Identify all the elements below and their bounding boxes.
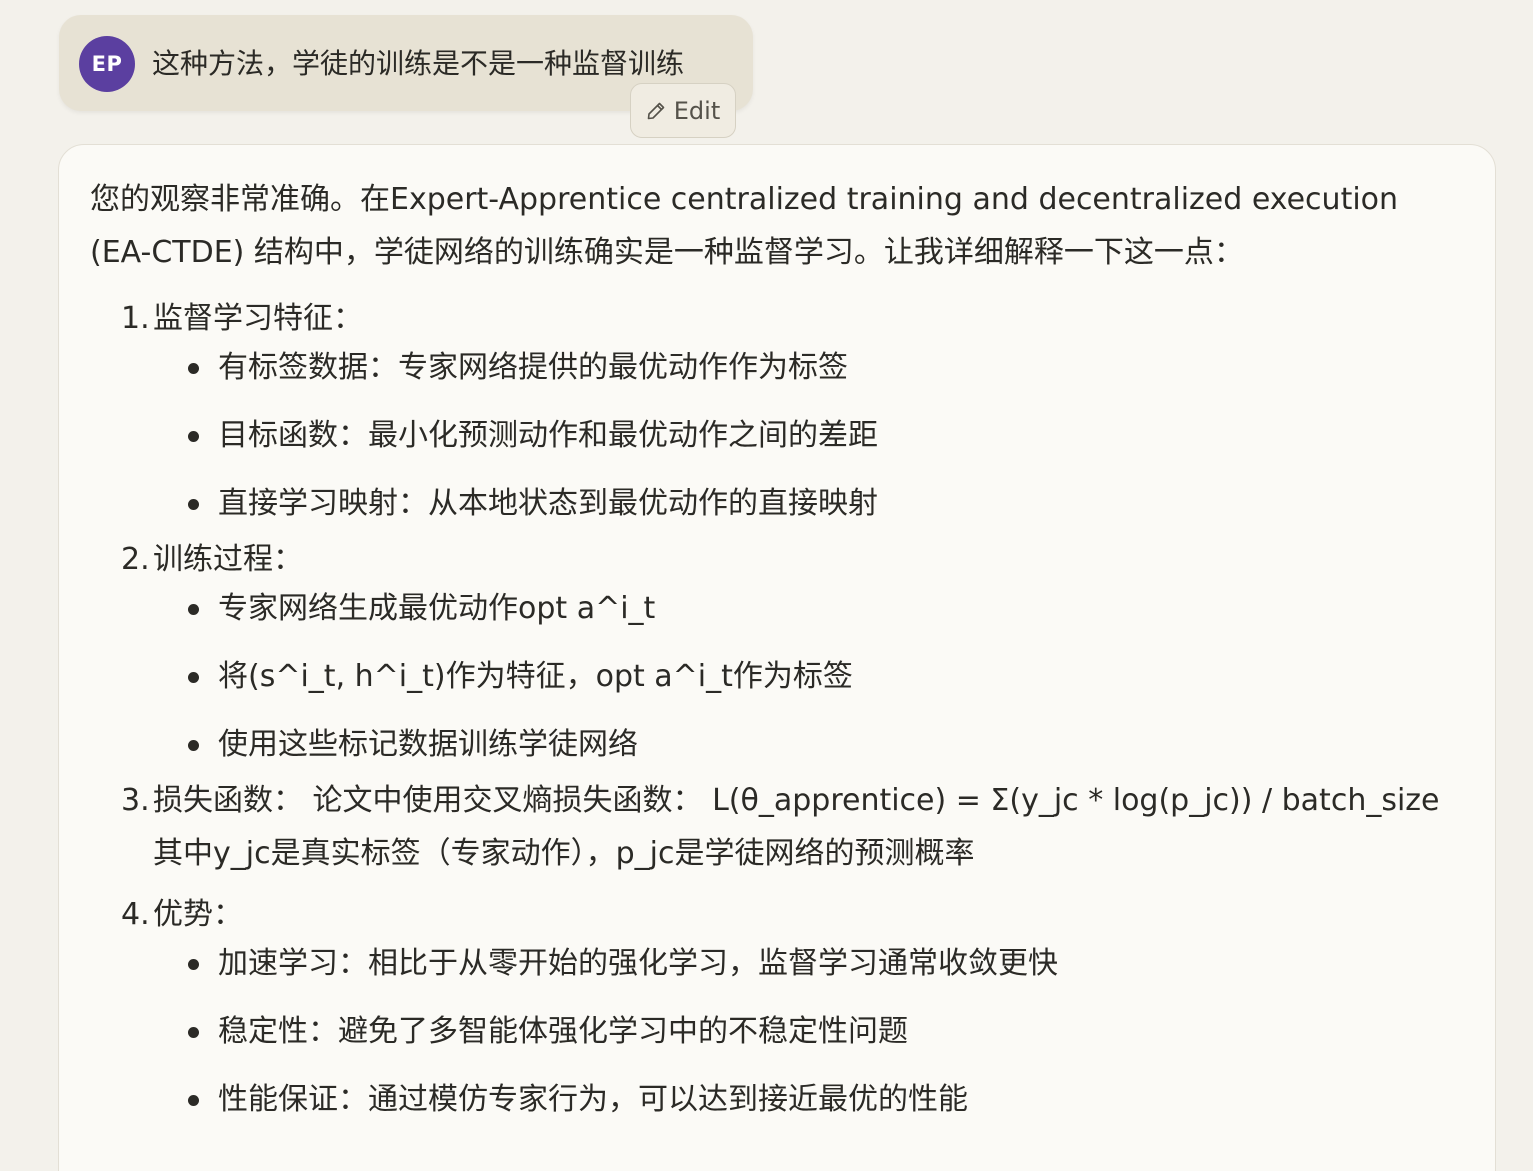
bullet-dot (188, 959, 199, 970)
section-title: 监督学习特征： (153, 301, 363, 336)
bullet-text: 目标函数：最小化预测动作和最优动作之间的差距 (218, 418, 878, 453)
list-item: 目标函数：最小化预测动作和最优动作之间的差距 (153, 413, 1460, 459)
list-item: 专家网络生成最优动作opt a^i_t (153, 586, 1460, 632)
bullet-text: 使用这些标记数据训练学徒网络 (218, 727, 638, 762)
bullet-list: 专家网络生成最优动作opt a^i_t 将(s^i_t, h^i_t)作为特征，… (153, 586, 1460, 768)
bullet-text: 将(s^i_t, h^i_t)作为特征，opt a^i_t作为标签 (218, 659, 853, 694)
bullet-text: 直接学习映射：从本地状态到最优动作的直接映射 (218, 486, 878, 521)
section-item: 2. 训练过程： 专家网络生成最优动作opt a^i_t 将(s^i_t, h^… (90, 533, 1460, 768)
bullet-list: 加速学习：相比于从零开始的强化学习，监督学习通常收敛更快 稳定性：避免了多智能体… (153, 941, 1460, 1123)
section-number: 3. (121, 783, 150, 818)
list-item: 加速学习：相比于从零开始的强化学习，监督学习通常收敛更快 (153, 941, 1460, 987)
edit-button[interactable]: Edit (630, 83, 736, 138)
section-item: 1. 监督学习特征： 有标签数据：专家网络提供的最优动作作为标签 目标函数：最小… (90, 292, 1460, 527)
list-item: 性能保证：通过模仿专家行为，可以达到接近最优的性能 (153, 1077, 1460, 1123)
section-title: 训练过程： (153, 542, 303, 577)
chat-page: EP 这种方法，学徒的训练是不是一种监督训练 Edit 您的观察非常准确。在Ex… (0, 0, 1533, 1171)
bullet-text: 加速学习：相比于从零开始的强化学习，监督学习通常收敛更快 (218, 946, 1058, 981)
section-item: 3. 损失函数： 论文中使用交叉熵损失函数： L(θ_apprentice) =… (90, 774, 1460, 880)
list-item: 有标签数据：专家网络提供的最优动作作为标签 (153, 345, 1460, 391)
edit-label: Edit (673, 96, 721, 125)
section-title: 优势： (153, 897, 243, 932)
assistant-message-content: 您的观察非常准确。在Expert-Apprentice centralized … (90, 173, 1460, 1129)
section-text: 损失函数： 论文中使用交叉熵损失函数： L(θ_apprentice) = Σ(… (153, 783, 1440, 871)
bullet-dot (188, 1095, 199, 1106)
section-number: 1. (121, 301, 150, 336)
avatar[interactable]: EP (79, 36, 135, 92)
section-list: 1. 监督学习特征： 有标签数据：专家网络提供的最优动作作为标签 目标函数：最小… (90, 292, 1460, 1123)
bullet-list: 有标签数据：专家网络提供的最优动作作为标签 目标函数：最小化预测动作和最优动作之… (153, 345, 1460, 527)
list-item: 直接学习映射：从本地状态到最优动作的直接映射 (153, 481, 1460, 527)
user-message-text: 这种方法，学徒的训练是不是一种监督训练 (152, 47, 685, 80)
bullet-dot (188, 431, 199, 442)
bullet-dot (188, 740, 199, 751)
avatar-initials: EP (91, 52, 123, 76)
list-item: 使用这些标记数据训练学徒网络 (153, 722, 1460, 768)
list-item: 稳定性：避免了多智能体强化学习中的不稳定性问题 (153, 1009, 1460, 1055)
bullet-dot (188, 604, 199, 615)
bullet-dot (188, 499, 199, 510)
section-number: 4. (121, 897, 150, 932)
section-item: 4. 优势： 加速学习：相比于从零开始的强化学习，监督学习通常收敛更快 稳定性：… (90, 888, 1460, 1123)
bullet-text: 专家网络生成最优动作opt a^i_t (218, 591, 656, 626)
bullet-text: 有标签数据：专家网络提供的最优动作作为标签 (218, 350, 848, 385)
bullet-text: 性能保证：通过模仿专家行为，可以达到接近最优的性能 (218, 1082, 968, 1117)
pencil-icon (646, 101, 666, 121)
bullet-text: 稳定性：避免了多智能体强化学习中的不稳定性问题 (218, 1014, 908, 1049)
assistant-intro: 您的观察非常准确。在Expert-Apprentice centralized … (90, 182, 1399, 270)
list-item: 将(s^i_t, h^i_t)作为特征，opt a^i_t作为标签 (153, 654, 1460, 700)
bullet-dot (188, 363, 199, 374)
section-number: 2. (121, 542, 150, 577)
bullet-dot (188, 672, 199, 683)
bullet-dot (188, 1027, 199, 1038)
